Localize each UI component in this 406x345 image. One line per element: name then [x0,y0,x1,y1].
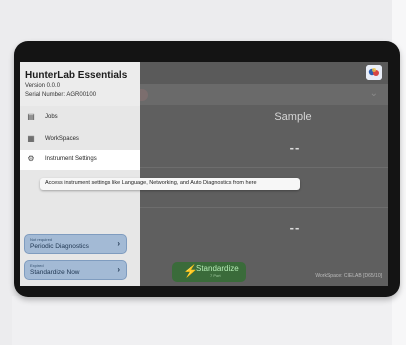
card-status: Expired [30,263,44,268]
nav-item-jobs[interactable]: ▤ Jobs [20,108,140,128]
row-divider [138,207,388,208]
nav-item-label: Jobs [45,114,58,120]
nav-item-workspaces[interactable]: ▦ WorkSpaces [20,130,140,150]
workspace-status: WorkSpace: CIELAB [D65/10] [315,273,382,279]
app-name: HunterLab Essentials [25,70,128,81]
card-status: Not required [30,237,53,242]
nav-item-label: Instrument Settings [45,156,97,162]
drawer-header: HunterLab Essentials Version 0.0.0 Seria… [20,62,140,106]
chevron-right-icon: › [117,239,120,248]
card-title: Standardize Now [30,269,80,276]
serial-number: Serial Number: AGR00100 [25,92,97,98]
drawer-body: ▤ Jobs ▦ WorkSpaces ⚙ Instrument Setting… [20,106,140,286]
standardize-port: 7 Port [210,273,221,278]
standardize-button[interactable]: ⚡ Standardize 7 Port [172,262,246,282]
document-icon: ▤ [27,112,35,121]
standardize-now-card[interactable]: Expired Standardize Now › [24,260,127,280]
background-band [12,296,392,345]
chevron-down-icon[interactable]: ⌄ [370,88,378,99]
gear-icon: ⚙ [27,154,35,163]
periodic-diagnostics-card[interactable]: Not required Periodic Diagnostics › [24,234,127,254]
hunterlab-logo-icon[interactable] [366,65,382,80]
nav-item-label: WorkSpaces [45,136,79,142]
standardize-label: Standardize [196,264,239,273]
row-divider [138,167,388,168]
tooltip-text: Access instrument settings like Language… [45,180,257,186]
navigation-drawer: HunterLab Essentials Version 0.0.0 Seria… [20,62,140,286]
instrument-settings-tooltip: Access instrument settings like Language… [40,178,300,190]
nav-item-instrument-settings[interactable]: ⚙ Instrument Settings [20,150,140,170]
workspaces-icon: ▦ [27,134,35,143]
sample-value-1: -- [289,140,301,155]
card-title: Periodic Diagnostics [30,243,89,250]
sample-value-3: -- [289,220,301,235]
tablet-screen: ⌄ Sample -- -- -- ⚡ Standardize 7 Port W… [20,62,388,286]
app-version: Version 0.0.0 [25,83,61,89]
chevron-right-icon: › [117,265,120,274]
sample-title: Sample [274,111,312,123]
